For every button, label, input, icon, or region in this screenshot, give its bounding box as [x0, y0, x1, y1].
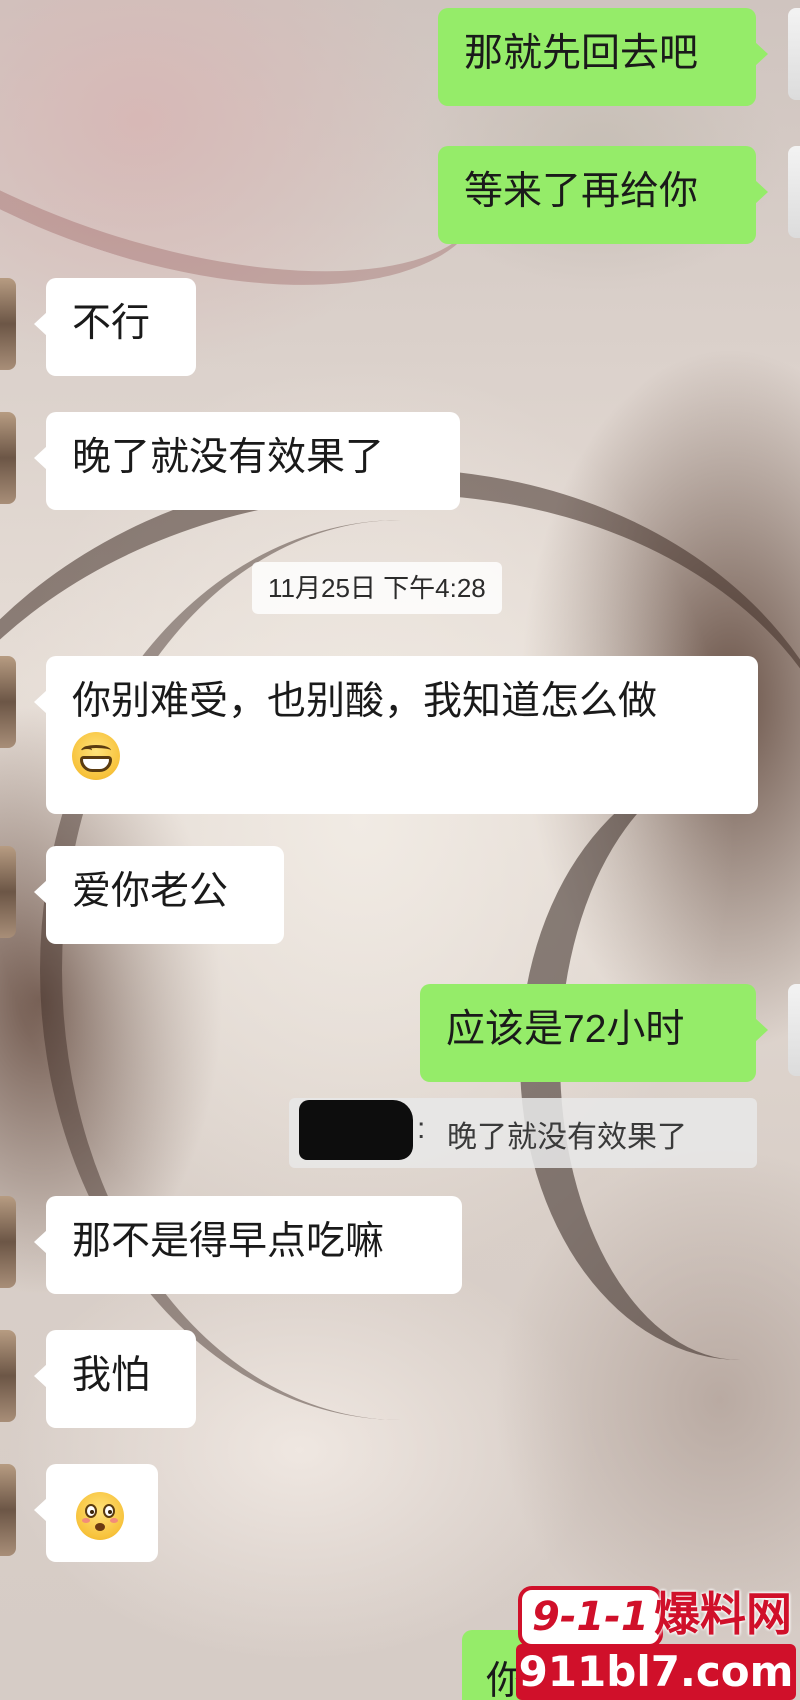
contact-avatar[interactable]: [0, 1196, 16, 1288]
message-bubble-incoming[interactable]: [34, 1464, 158, 1562]
my-avatar[interactable]: [788, 8, 800, 100]
contact-avatar[interactable]: [0, 412, 16, 504]
grinning-face-emoji: [72, 731, 120, 780]
message-bubble-incoming[interactable]: 我怕: [34, 1330, 196, 1428]
contact-avatar[interactable]: [0, 1330, 16, 1422]
watermark-badge: 9-1-1: [518, 1586, 663, 1648]
message-text: 应该是72小时: [446, 1008, 685, 1051]
site-watermark: 9-1-1 爆料网 911bl7.com: [516, 1582, 796, 1700]
message-text: 等来了再给你: [464, 170, 699, 213]
message-bubble-incoming[interactable]: 不行: [34, 278, 196, 376]
message-text: 我怕: [72, 1354, 151, 1397]
message-bubble-incoming[interactable]: 爱你老公: [34, 846, 284, 944]
flushed-face-emoji: [76, 1491, 124, 1540]
contact-avatar[interactable]: [0, 846, 16, 938]
my-avatar[interactable]: [788, 146, 800, 238]
message-bubble-incoming[interactable]: 那不是得早点吃嘛: [34, 1196, 462, 1294]
my-avatar[interactable]: [788, 984, 800, 1076]
message-text: 爱你老公: [72, 870, 229, 913]
message-bubble-incoming[interactable]: 晚了就没有效果了: [34, 412, 460, 510]
message-text: 晚了就没有效果了: [72, 436, 385, 479]
contact-avatar[interactable]: [0, 656, 16, 748]
message-text: 不行: [72, 302, 151, 345]
message-bubble-outgoing[interactable]: 等来了再给你: [438, 146, 768, 244]
message-bubble-outgoing[interactable]: 应该是72小时: [420, 984, 768, 1082]
watermark-url: 911bl7.com: [516, 1644, 796, 1700]
quoted-message[interactable]: : 晚了就没有效果了: [289, 1098, 757, 1168]
contact-avatar[interactable]: [0, 278, 16, 370]
message-text: 你别难受，也别酸，我知道怎么做: [72, 680, 658, 723]
chat-timestamp: 11月25日 下午4:28: [252, 562, 502, 614]
quote-text: 晚了就没有效果了: [447, 1121, 687, 1154]
message-text: 那就先回去吧: [464, 32, 699, 75]
watermark-site-name: 爆料网: [654, 1587, 792, 1641]
quote-separator: :: [417, 1112, 426, 1145]
redacted-name: [299, 1100, 413, 1160]
message-text: 那不是得早点吃嘛: [72, 1220, 385, 1263]
message-bubble-incoming[interactable]: 你别难受，也别酸，我知道怎么做: [34, 656, 758, 814]
contact-avatar[interactable]: [0, 1464, 16, 1556]
message-bubble-outgoing[interactable]: 那就先回去吧: [438, 8, 768, 106]
